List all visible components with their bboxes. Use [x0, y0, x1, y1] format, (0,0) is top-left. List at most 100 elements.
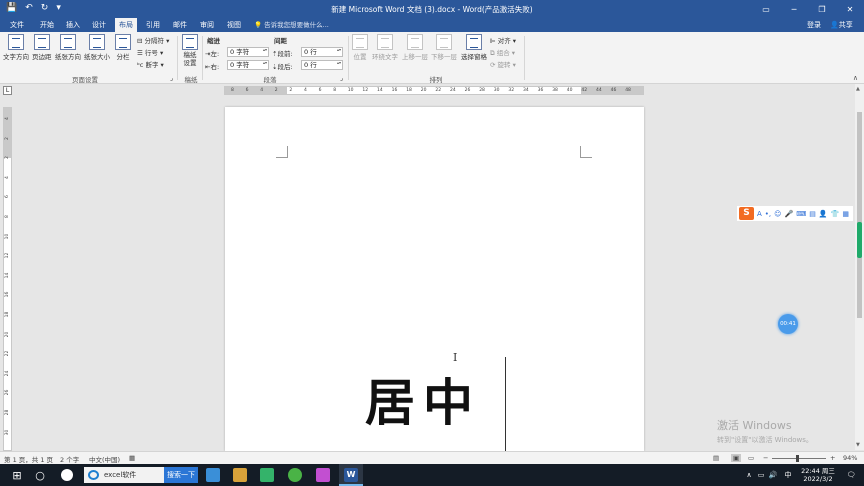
side-widget-handle[interactable]: [857, 222, 862, 258]
tab-layout[interactable]: 布局: [115, 18, 137, 32]
print-layout-icon[interactable]: ▣: [731, 454, 742, 462]
share-button[interactable]: 👤共享: [830, 18, 853, 32]
scrollbar-thumb[interactable]: [857, 112, 862, 318]
bring-forward-button[interactable]: 上移一层: [402, 34, 428, 61]
indent-left-label: ⇥左:: [205, 50, 220, 58]
ime-item-icon[interactable]: 👤: [819, 210, 828, 218]
tab-design[interactable]: 设计: [88, 18, 110, 32]
line-numbers-button[interactable]: ☰ 行号 ▾: [137, 47, 163, 57]
ribbon-display-options-icon[interactable]: ▭: [752, 0, 780, 18]
web-layout-icon[interactable]: ▭: [748, 454, 754, 462]
read-mode-icon[interactable]: ▤: [713, 454, 719, 462]
send-backward-button[interactable]: 下移一层: [431, 34, 457, 61]
volume-icon[interactable]: 🔊: [768, 464, 778, 486]
scroll-down-icon[interactable]: ▼: [856, 442, 860, 448]
spacing-before-input[interactable]: 0 行: [301, 47, 343, 57]
wrap-text-button[interactable]: 环绕文字: [372, 34, 398, 61]
group-separator: [348, 36, 349, 80]
restore-button[interactable]: ❐: [808, 0, 836, 18]
page-setup-dialog-launcher[interactable]: ⌟: [170, 74, 173, 82]
search-button[interactable]: 搜索一下: [164, 467, 198, 483]
system-clock[interactable]: 22:44 周三 2022/3/2: [796, 467, 840, 483]
ime-item-icon[interactable]: ☺: [774, 210, 781, 218]
app-word-icon[interactable]: W: [339, 464, 363, 486]
ime-item-icon[interactable]: ▦: [842, 210, 849, 218]
size-button[interactable]: 纸张大小: [84, 34, 110, 61]
cortana-icon[interactable]: ○: [30, 464, 50, 486]
chevron-up-icon[interactable]: ∧: [744, 464, 754, 486]
vertical-ruler[interactable]: 4 2 2 4 6 8 10 12 14 16 18 20 22 24 26 28 30: [3, 107, 12, 451]
windows-start-icon[interactable]: ⊞: [6, 464, 28, 486]
taskbar-search-box[interactable]: excel软件 搜索一下: [84, 467, 198, 483]
collapse-ribbon-icon[interactable]: ∧: [853, 74, 858, 82]
network-icon[interactable]: ▭: [756, 464, 766, 486]
ime-item-icon[interactable]: 👕: [831, 210, 840, 218]
zoom-slider-track[interactable]: [772, 458, 826, 459]
manuscript-settings-button[interactable]: 稿纸设置: [182, 34, 198, 67]
orientation-button[interactable]: 纸张方向: [55, 34, 81, 61]
recording-timer[interactable]: 00:41: [778, 314, 798, 334]
app-colorful-icon[interactable]: [312, 464, 334, 486]
manuscript-icon: [182, 34, 198, 50]
sogou-logo-icon[interactable]: S: [739, 207, 754, 220]
notification-icon[interactable]: 🗨: [842, 464, 860, 486]
tell-me-text: 告诉我您想要做什么...: [264, 21, 329, 29]
indent-left-input[interactable]: 0 字符: [227, 47, 269, 57]
horizontal-ruler[interactable]: 8 6 4 2 2 4 6 8 10 12 14 16 18 20 22 24 26 28 30 32 34 36 38 40…: [224, 86, 644, 95]
app-media-icon[interactable]: [229, 464, 251, 486]
tab-file[interactable]: 文件: [6, 18, 28, 32]
hyphenation-button[interactable]: ᵇc 断字 ▾: [137, 59, 164, 69]
columns-button[interactable]: 分栏: [115, 34, 131, 61]
breaks-button[interactable]: ⊟ 分隔符 ▾: [137, 35, 169, 45]
tab-view[interactable]: 视图: [223, 18, 245, 32]
ime-item-icon[interactable]: ⌨: [796, 210, 806, 218]
ruler-tick-label: 14: [5, 272, 10, 279]
tab-references[interactable]: 引用: [142, 18, 164, 32]
watermark-title: 激活 Windows: [717, 419, 792, 432]
input-method-indicator[interactable]: 中: [782, 464, 794, 486]
paragraph-dialog-launcher[interactable]: ⌟: [340, 74, 343, 82]
group-button[interactable]: ⧉ 组合 ▾: [490, 47, 515, 58]
zoom-level[interactable]: 94%: [843, 454, 857, 462]
align-button[interactable]: ⊫ 对齐 ▾: [490, 35, 516, 45]
ime-item-icon[interactable]: A: [757, 210, 762, 218]
tab-home[interactable]: 开始: [36, 18, 58, 32]
selection-pane-button[interactable]: 选择窗格: [461, 34, 487, 61]
document-text[interactable]: 居中: [365, 363, 481, 435]
vertical-scrollbar[interactable]: ▲ ▼: [855, 84, 864, 450]
tell-me-box[interactable]: 💡 告诉我您想要做什么...: [254, 18, 329, 32]
language-status[interactable]: 中文(中国): [89, 454, 120, 464]
indent-right-input[interactable]: 0 字符: [227, 60, 269, 70]
tab-selector[interactable]: L: [0, 84, 16, 98]
macro-record-icon[interactable]: ▦: [129, 454, 135, 462]
page-count[interactable]: 第 1 页，共 1 页: [4, 454, 53, 464]
minimize-button[interactable]: ─: [780, 0, 808, 18]
login-link[interactable]: 登录: [807, 18, 821, 32]
app-ship-icon[interactable]: [202, 464, 224, 486]
ime-item-icon[interactable]: ▤: [809, 210, 816, 218]
ime-item-icon[interactable]: •,: [765, 210, 771, 218]
word-count[interactable]: 2 个字: [60, 454, 79, 464]
spacing-after-input[interactable]: 0 行: [301, 60, 343, 70]
zoom-slider-thumb[interactable]: [796, 455, 799, 462]
ruler-tick-label: 16: [391, 88, 398, 93]
rotate-button[interactable]: ⟳ 旋转 ▾: [490, 59, 516, 69]
ruler-tick-label: 4: [260, 88, 264, 93]
margins-button[interactable]: 页边距: [32, 34, 52, 61]
ime-item-icon[interactable]: 🎤: [784, 210, 793, 218]
text-direction-button[interactable]: 文字方向: [3, 34, 29, 61]
tab-mailings[interactable]: 邮件: [169, 18, 191, 32]
app-player-icon[interactable]: [256, 464, 278, 486]
zoom-in-button[interactable]: +: [830, 454, 835, 462]
zoom-out-button[interactable]: −: [763, 454, 768, 462]
close-button[interactable]: ✕: [836, 0, 864, 18]
scroll-up-icon[interactable]: ▲: [856, 86, 860, 92]
document-page[interactable]: I 居中: [225, 107, 644, 451]
position-button[interactable]: 位置: [352, 34, 368, 61]
ruler-tick-label: 2: [274, 88, 278, 93]
ruler-tick-label: 48: [625, 88, 631, 93]
tab-insert[interactable]: 插入: [62, 18, 84, 32]
app-360-browser-icon[interactable]: [284, 464, 306, 486]
tab-review[interactable]: 审阅: [196, 18, 218, 32]
task-view-icon[interactable]: [56, 464, 78, 486]
